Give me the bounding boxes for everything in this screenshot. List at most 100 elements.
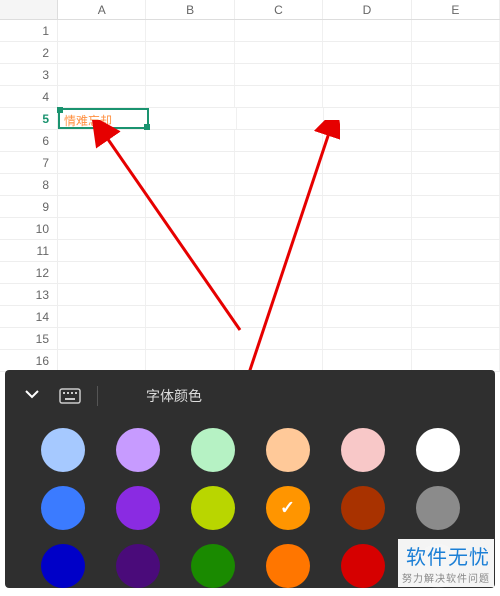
cell[interactable] — [58, 262, 146, 283]
col-header-b[interactable]: B — [146, 0, 234, 19]
cell[interactable] — [58, 130, 146, 151]
color-swatch[interactable] — [266, 544, 310, 588]
cell[interactable] — [412, 20, 500, 41]
color-swatch[interactable] — [116, 544, 160, 588]
cell[interactable] — [412, 196, 500, 217]
cell[interactable] — [58, 64, 146, 85]
cell[interactable] — [323, 218, 411, 239]
cell[interactable] — [235, 86, 323, 107]
cell[interactable] — [146, 20, 234, 41]
cell[interactable] — [237, 108, 325, 129]
color-swatch[interactable] — [41, 486, 85, 530]
cell[interactable] — [412, 152, 500, 173]
cell[interactable] — [146, 196, 234, 217]
cell[interactable] — [412, 240, 500, 261]
cell[interactable] — [412, 350, 500, 371]
cell[interactable] — [58, 218, 146, 239]
chevron-down-icon[interactable] — [13, 385, 51, 408]
row-header[interactable]: 8 — [0, 174, 58, 195]
color-swatch[interactable] — [191, 428, 235, 472]
selection-handle[interactable] — [57, 107, 63, 113]
cell[interactable] — [58, 284, 146, 305]
row-header[interactable]: 12 — [0, 262, 58, 283]
color-swatch[interactable]: ✓ — [266, 486, 310, 530]
cell[interactable] — [58, 20, 146, 41]
cell[interactable] — [412, 218, 500, 239]
col-header-a[interactable]: A — [58, 0, 146, 19]
row-header[interactable]: 1 — [0, 20, 58, 41]
cell[interactable]: 情难忘却 — [58, 108, 149, 129]
cell[interactable] — [146, 284, 234, 305]
cell[interactable] — [235, 42, 323, 63]
cell[interactable] — [58, 196, 146, 217]
cell[interactable] — [324, 108, 412, 129]
cell[interactable] — [235, 284, 323, 305]
cell[interactable] — [58, 42, 146, 63]
row-header[interactable]: 14 — [0, 306, 58, 327]
color-swatch[interactable] — [341, 486, 385, 530]
row-header[interactable]: 9 — [0, 196, 58, 217]
cell[interactable] — [412, 130, 500, 151]
cell[interactable] — [323, 350, 411, 371]
cell[interactable] — [323, 306, 411, 327]
row-header[interactable]: 11 — [0, 240, 58, 261]
keyboard-icon[interactable] — [51, 387, 89, 405]
cell[interactable] — [235, 152, 323, 173]
row-header[interactable]: 6 — [0, 130, 58, 151]
cell[interactable] — [235, 306, 323, 327]
cell[interactable] — [323, 262, 411, 283]
cell[interactable] — [146, 86, 234, 107]
cell[interactable] — [58, 174, 146, 195]
cell[interactable] — [235, 350, 323, 371]
cell[interactable] — [146, 240, 234, 261]
cell[interactable] — [58, 86, 146, 107]
col-header-c[interactable]: C — [235, 0, 323, 19]
color-swatch[interactable] — [41, 428, 85, 472]
cell[interactable] — [146, 64, 234, 85]
color-swatch[interactable] — [116, 486, 160, 530]
cell[interactable] — [235, 328, 323, 349]
row-header[interactable]: 4 — [0, 86, 58, 107]
cell[interactable] — [412, 284, 500, 305]
cell[interactable] — [412, 328, 500, 349]
cell[interactable] — [235, 64, 323, 85]
cell[interactable] — [323, 174, 411, 195]
cell[interactable] — [235, 20, 323, 41]
col-header-e[interactable]: E — [412, 0, 500, 19]
cell[interactable] — [146, 42, 234, 63]
color-swatch[interactable] — [416, 486, 460, 530]
row-header[interactable]: 2 — [0, 42, 58, 63]
cell[interactable] — [146, 174, 234, 195]
cell[interactable] — [323, 196, 411, 217]
cell[interactable] — [235, 240, 323, 261]
cell[interactable] — [58, 240, 146, 261]
cell[interactable] — [58, 152, 146, 173]
cell[interactable] — [412, 86, 500, 107]
cell[interactable] — [235, 262, 323, 283]
cell[interactable] — [412, 174, 500, 195]
cell[interactable] — [235, 196, 323, 217]
cell[interactable] — [323, 284, 411, 305]
cell[interactable] — [146, 350, 234, 371]
cell[interactable] — [323, 328, 411, 349]
cell[interactable] — [235, 174, 323, 195]
cell[interactable] — [235, 130, 323, 151]
row-header[interactable]: 13 — [0, 284, 58, 305]
cell[interactable] — [323, 64, 411, 85]
color-swatch[interactable] — [416, 428, 460, 472]
color-swatch[interactable] — [341, 428, 385, 472]
color-swatch[interactable] — [41, 544, 85, 588]
cell[interactable] — [412, 262, 500, 283]
cell[interactable] — [146, 306, 234, 327]
cell[interactable] — [323, 42, 411, 63]
cell[interactable] — [146, 152, 234, 173]
cell[interactable] — [323, 240, 411, 261]
color-swatch[interactable] — [191, 544, 235, 588]
cell[interactable] — [412, 42, 500, 63]
cell[interactable] — [412, 64, 500, 85]
col-header-d[interactable]: D — [323, 0, 411, 19]
color-swatch[interactable] — [341, 544, 385, 588]
cell[interactable] — [412, 306, 500, 327]
row-header[interactable]: 10 — [0, 218, 58, 239]
cell[interactable] — [323, 20, 411, 41]
